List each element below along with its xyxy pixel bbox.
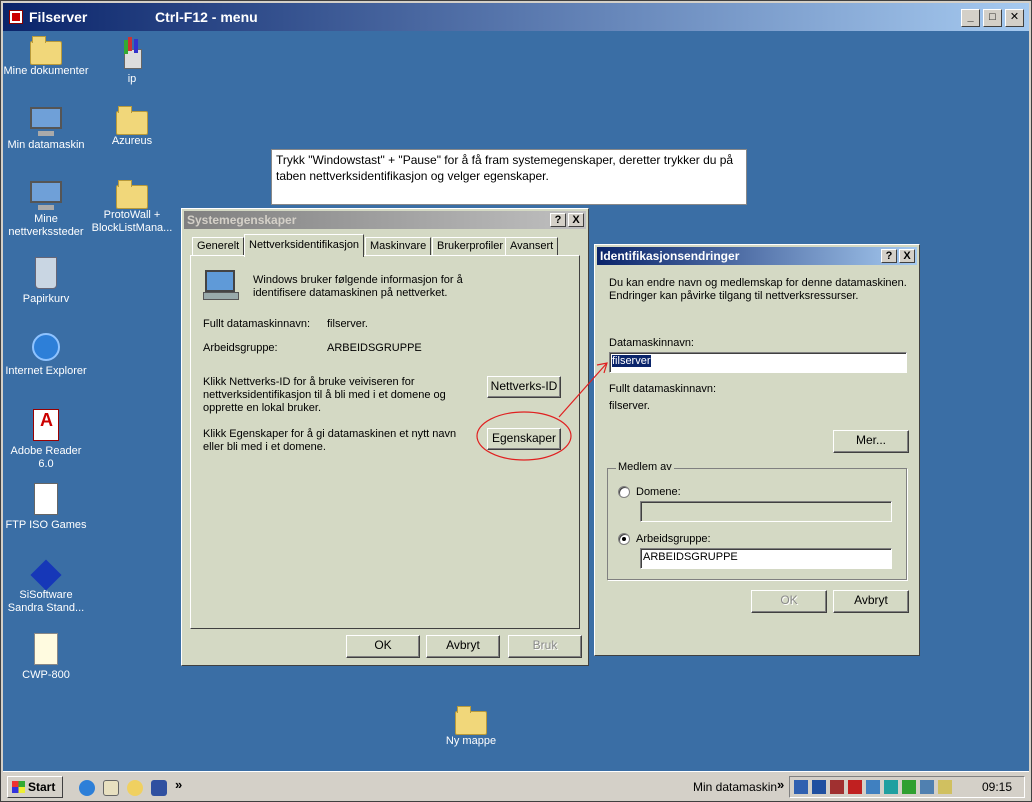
clock[interactable]: 09:15 [982, 781, 1012, 794]
annotation-arrow-line [558, 362, 608, 418]
highlight-ellipse [476, 411, 572, 461]
outlook-quicklaunch-icon[interactable] [103, 780, 119, 796]
minimize-button[interactable]: _ [961, 9, 980, 27]
app-tray-icon[interactable] [830, 780, 844, 794]
remote-desktop-window: Filserver Ctrl-F12 - menu _ □ ✕ Mine dok… [0, 0, 1032, 802]
monitor-tray-icon[interactable] [920, 780, 934, 794]
outer-title-bar[interactable]: Filserver Ctrl-F12 - menu _ □ ✕ [3, 3, 1029, 31]
desktop-quicklaunch-icon[interactable] [151, 780, 167, 796]
ie-quicklaunch-icon[interactable] [79, 780, 95, 796]
speaker-tray-icon[interactable] [938, 780, 952, 794]
taskbar-item-min-datamaskin[interactable]: Min datamaskin [693, 780, 777, 794]
taskbar: Start » Min datamaskin » 09:15 [3, 771, 1029, 801]
windows-flag-icon [12, 781, 25, 793]
ati-tray-icon[interactable] [848, 780, 862, 794]
network-tray-icon[interactable] [794, 780, 808, 794]
media-quicklaunch-icon[interactable] [127, 780, 143, 796]
system-tray: 09:15 [789, 776, 1025, 798]
quicklaunch-chevron[interactable]: » [175, 778, 182, 791]
start-button[interactable]: Start [7, 776, 63, 798]
start-label: Start [28, 780, 56, 794]
annotation-overlay [476, 362, 608, 461]
display-tray-icon[interactable] [866, 780, 880, 794]
window-title: Filserver [29, 9, 88, 25]
maximize-button[interactable]: □ [983, 9, 1002, 27]
menu-hint: Ctrl-F12 - menu [155, 9, 258, 25]
app-icon [9, 10, 23, 24]
tray-chevron[interactable]: » [777, 778, 784, 791]
n-tray-icon[interactable] [812, 780, 826, 794]
close-button[interactable]: ✕ [1005, 9, 1024, 27]
desktop: Mine dokumenter ip Min datamaskin Azureu… [3, 31, 1029, 771]
green-tray-icon[interactable] [902, 780, 916, 794]
tab-nettverksidentifikasjon[interactable]: Nettverksidentifikasjon [244, 234, 365, 257]
l-tray-icon[interactable] [884, 780, 898, 794]
